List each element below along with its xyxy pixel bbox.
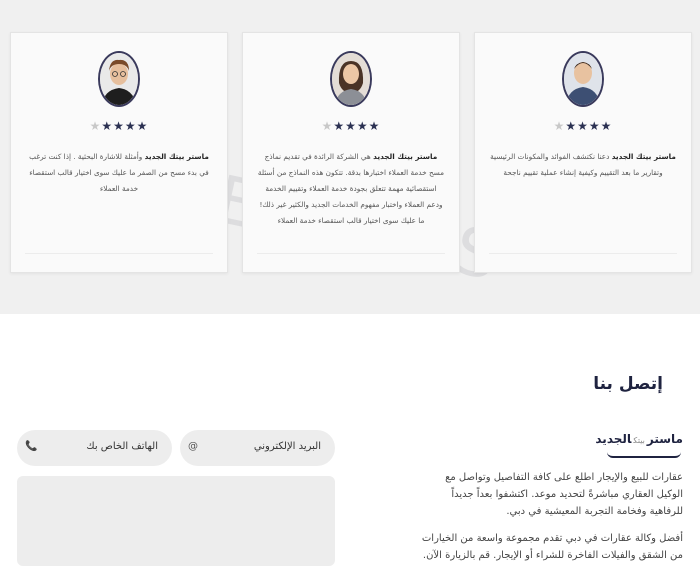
rating-stars: ★★★★★ xyxy=(475,119,691,133)
card-divider xyxy=(257,253,445,254)
avatar xyxy=(98,51,140,107)
review-card: ★★★★★ ماستر بيتك الجديد هي الشركة الرائد… xyxy=(242,32,460,273)
review-brand: ماستر بيتك الجديد xyxy=(373,152,438,161)
star-empty-icon: ★ xyxy=(321,119,334,133)
rating-stars: ★★★★★ xyxy=(11,119,227,133)
card-divider xyxy=(489,253,677,254)
review-body: هي الشركة الرائدة في تقديم نماذج مسح خدم… xyxy=(257,152,445,225)
review-text: ماستر بيتك الجديد وأمثلة للاشارة البحثية… xyxy=(25,149,213,197)
star-empty-icon: ★ xyxy=(553,119,566,133)
logo-swoosh-icon xyxy=(607,452,681,458)
logo-part-baitak: بيتك xyxy=(633,436,645,445)
reviews-section: REVIEWS ★★★★★ ماستر بيتك الجديد دعنا نكت… xyxy=(0,0,700,314)
review-brand: ماستر بيتك الجديد xyxy=(611,152,676,161)
review-card: ★★★★★ ماستر بيتك الجديد وأمثلة للاشارة ا… xyxy=(10,32,228,273)
star-empty-icon: ★ xyxy=(89,119,102,133)
card-divider xyxy=(25,253,213,254)
review-text: ماستر بيتك الجديد دعنا نكتشف الفوائد وال… xyxy=(489,149,677,181)
review-card: ★★★★★ ماستر بيتك الجديد دعنا نكتشف الفوا… xyxy=(474,32,692,273)
star-filled-icon: ★★★★ xyxy=(565,119,613,133)
at-sign-icon: @ xyxy=(188,441,198,452)
star-filled-icon: ★★★★ xyxy=(333,119,381,133)
email-field[interactable]: البريد الإلكتروني @ xyxy=(180,430,335,466)
message-textarea[interactable] xyxy=(17,476,335,566)
review-text: ماستر بيتك الجديد هي الشركة الرائدة في ت… xyxy=(257,149,445,229)
phone-field[interactable]: الهاتف الخاص بك 📞 xyxy=(17,430,172,466)
logo-part-master: ماستر xyxy=(646,432,683,446)
about-paragraph: أفضل وكالة عقارات في دبي تقدم مجموعة واس… xyxy=(421,533,683,561)
phone-icon: 📞 xyxy=(25,441,38,452)
brand-logo[interactable]: ماستربيتكالجديد xyxy=(595,432,683,458)
email-placeholder: البريد الإلكتروني xyxy=(253,441,321,452)
phone-placeholder: الهاتف الخاص بك xyxy=(86,441,158,452)
avatar xyxy=(330,51,372,107)
logo-part-jadeed: الجديد xyxy=(595,432,632,446)
about-paragraph: عقارات للبيع والإيجار اطلع على كافة التف… xyxy=(445,472,683,517)
review-brand: ماستر بيتك الجديد xyxy=(144,152,209,161)
avatar xyxy=(562,51,604,107)
rating-stars: ★★★★★ xyxy=(243,119,459,133)
star-filled-icon: ★★★★ xyxy=(101,119,149,133)
contact-title: إتصل بنا xyxy=(593,374,663,394)
